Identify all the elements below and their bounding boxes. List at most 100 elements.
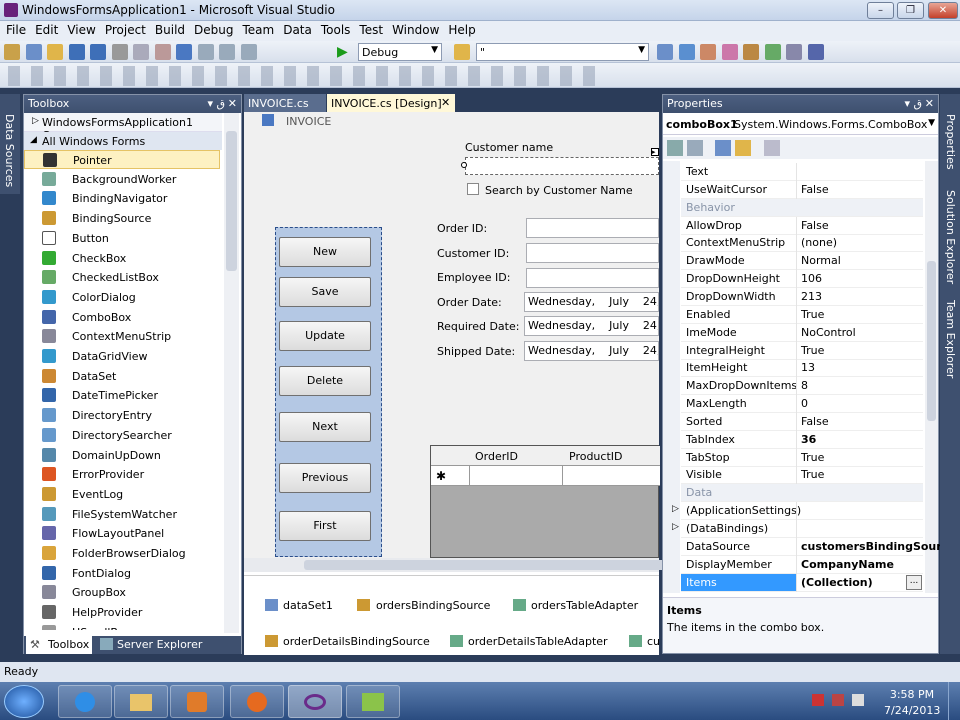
toolbox-item-colordialog[interactable]: ColorDialog (24, 288, 220, 307)
object-browser-icon[interactable] (700, 44, 716, 60)
navigate-forward-icon[interactable] (240, 44, 257, 60)
menu-window[interactable]: Window (386, 21, 439, 37)
toolbox-item-domainupdown[interactable]: DomainUpDown (24, 446, 220, 465)
toolbox-item-helpprovider[interactable]: HelpProvider (24, 603, 220, 622)
volume-icon[interactable] (852, 694, 864, 706)
toolbox-item-eventlog[interactable]: EventLog (24, 485, 220, 504)
toolbox-item-directorysearcher[interactable]: DirectorySearcher (24, 426, 220, 445)
properties-window-icon[interactable] (678, 44, 695, 60)
close-window-button[interactable]: ✕ (928, 2, 958, 19)
properties-side-tab[interactable]: Properties (944, 114, 957, 170)
property-row-displaymember[interactable]: DisplayMember CompanyName (681, 555, 923, 574)
designer-scroll-thumb[interactable] (304, 560, 694, 570)
toolbox-item-fontdialog[interactable]: FontDialog (24, 564, 220, 583)
tab-invoice-code[interactable]: INVOICE.cs (244, 94, 326, 112)
property-row-maxlength[interactable]: MaxLength 0 (681, 395, 923, 414)
menu-test[interactable]: Test (353, 21, 383, 37)
required-date-picker[interactable]: Wednesday, July 24, 2 (524, 316, 659, 336)
scroll-thumb[interactable] (927, 261, 936, 421)
find-combo[interactable]: " ▼ (476, 43, 649, 61)
previous-button[interactable]: Previous (279, 463, 371, 493)
property-row-behavior[interactable]: Behavior (681, 198, 923, 217)
solution-configuration-select[interactable]: Debug ▼ (358, 43, 442, 61)
property-row-tabstop[interactable]: TabStop True (681, 448, 923, 467)
resize-handle[interactable] (461, 162, 467, 168)
order-id-input[interactable] (526, 218, 659, 238)
toolbox-item-flowlayoutpanel[interactable]: FlowLayoutPanel (24, 524, 220, 543)
dropdown-icon[interactable]: ▾ (904, 97, 910, 110)
smart-tag-icon[interactable]: ▸ (651, 148, 659, 156)
start-button[interactable] (4, 685, 44, 718)
solution-explorer-icon[interactable] (657, 44, 673, 60)
toolbox-item-filesystemwatcher[interactable]: FileSystemWatcher (24, 505, 220, 524)
property-row-dropdownheight[interactable]: DropDownHeight 106 (681, 270, 923, 289)
toolbox-item-pointer[interactable]: Pointer (24, 150, 220, 169)
restore-button[interactable]: ❐ (897, 2, 924, 19)
properties-scrollbar[interactable] (925, 161, 938, 593)
property-pages-icon[interactable] (764, 140, 780, 156)
menu-edit[interactable]: Edit (29, 21, 58, 37)
cut-icon[interactable] (111, 44, 128, 60)
property-row-visible[interactable]: Visible True (681, 466, 923, 485)
pin-icon[interactable]: ق (913, 97, 922, 110)
customer-name-combobox[interactable] (465, 157, 659, 175)
toolbox-item-folderbrowserdialog[interactable]: FolderBrowserDialog (24, 544, 220, 563)
toolbox-item-backgroundworker[interactable]: BackgroundWorker (24, 170, 220, 189)
close-icon[interactable]: ✕ (228, 97, 237, 110)
undo-icon[interactable] (176, 44, 192, 60)
toolbox-item-combobox[interactable]: ComboBox (24, 308, 220, 327)
app-button[interactable] (346, 685, 400, 718)
update-button[interactable]: Update (279, 321, 371, 351)
alphabetical-icon[interactable] (687, 140, 703, 156)
toolbox-item-datagridview[interactable]: DataGridView (24, 347, 220, 366)
toolbox-section-app[interactable]: ▷ WindowsFormsApplication1 Com... (24, 113, 222, 142)
shipped-date-picker[interactable]: Wednesday, July 24, 2 (524, 341, 659, 361)
toolbox-icon[interactable] (721, 44, 738, 60)
scroll-thumb[interactable] (226, 131, 237, 271)
property-row-databindings[interactable]: ▷ (DataBindings) (672, 520, 923, 538)
events-icon[interactable] (735, 140, 751, 156)
tray-orders-table-adapter[interactable]: ordersTableAdapter (513, 598, 653, 614)
tray-order-details-table-adapter[interactable]: orderDetailsTableAdapter (450, 634, 620, 650)
toolbox-item-datetimepicker[interactable]: DateTimePicker (24, 386, 220, 405)
media-player-button[interactable] (170, 685, 224, 718)
toolbox-item-errorprovider[interactable]: ErrorProvider (24, 465, 220, 484)
navigate-back-icon[interactable] (219, 44, 235, 60)
menu-build[interactable]: Build (149, 21, 185, 37)
save-icon[interactable] (68, 44, 85, 60)
paste-icon[interactable] (154, 44, 171, 60)
property-row-tabindex[interactable]: TabIndex 36 (681, 430, 923, 449)
start-page-icon[interactable] (786, 44, 802, 60)
toolbox-item-checkbox[interactable]: CheckBox (24, 249, 220, 268)
property-row-usewaitcursor[interactable]: UseWaitCursor False (681, 180, 923, 199)
property-row-text[interactable]: Text (681, 163, 923, 181)
toolbox-item-groupbox[interactable]: GroupBox (24, 583, 220, 602)
property-row-contextmenustrip[interactable]: ContextMenuStrip (none) (681, 234, 923, 253)
pin-icon[interactable]: ق (216, 97, 225, 110)
data-sources-side-tab[interactable]: Data Sources (0, 94, 20, 194)
property-row-dropdownwidth[interactable]: DropDownWidth 213 (681, 287, 923, 306)
network-icon[interactable] (812, 694, 824, 706)
categorized-icon[interactable] (667, 140, 683, 156)
add-item-icon[interactable] (25, 44, 42, 60)
action-center-icon[interactable] (832, 694, 844, 706)
redo-icon[interactable] (197, 44, 214, 60)
tab-server-explorer[interactable]: Server Explorer (98, 636, 208, 654)
grid-new-row[interactable]: ✱ (431, 466, 660, 486)
firefox-button[interactable] (230, 685, 284, 718)
extension-manager-icon[interactable] (807, 44, 824, 60)
solution-explorer-side-tab[interactable]: Solution Explorer (944, 190, 957, 284)
tray-customers-adapter[interactable]: cu (629, 634, 659, 650)
tray-orders-binding-source[interactable]: ordersBindingSource (357, 598, 497, 614)
property-row-datasource[interactable]: DataSource customersBindingSourc (681, 537, 948, 556)
close-tab-icon[interactable]: ✕ (441, 96, 450, 109)
explorer-button[interactable] (114, 685, 168, 718)
save-all-icon[interactable] (90, 44, 106, 60)
layout-alignment-icons[interactable] (8, 66, 598, 86)
menu-project[interactable]: Project (99, 21, 146, 37)
grid-cell[interactable] (469, 466, 563, 486)
toolbox-item-hscrollbar[interactable]: HScrollBar (24, 623, 220, 630)
toolbox-item-dataset[interactable]: DataSet (24, 367, 220, 386)
minimize-button[interactable]: – (867, 2, 894, 19)
menu-team[interactable]: Team (236, 21, 274, 37)
